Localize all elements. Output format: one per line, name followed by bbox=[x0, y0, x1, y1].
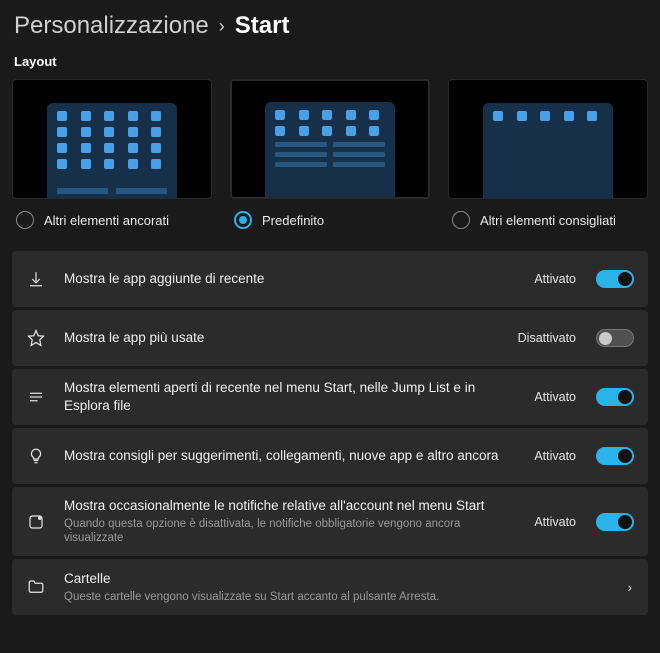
layout-radio-more-recommended[interactable]: Altri elementi consigliati bbox=[448, 211, 648, 229]
setting-title: Mostra elementi aperti di recente nel me… bbox=[64, 379, 516, 414]
toggle-recent-items[interactable] bbox=[596, 388, 634, 406]
breadcrumb: Personalizzazione › Start bbox=[12, 12, 648, 40]
setting-recent-items[interactable]: Mostra elementi aperti di recente nel me… bbox=[12, 369, 648, 425]
toggle-tips[interactable] bbox=[596, 447, 634, 465]
setting-recent-apps[interactable]: Mostra le app aggiunte di recente Attiva… bbox=[12, 251, 648, 307]
toggle-account-notify[interactable] bbox=[596, 513, 634, 531]
download-icon bbox=[26, 270, 46, 288]
toggle-recent-apps[interactable] bbox=[596, 270, 634, 288]
chevron-right-icon: › bbox=[219, 16, 225, 37]
layout-option-more-recommended[interactable]: Altri elementi consigliati bbox=[448, 79, 648, 229]
radio-icon bbox=[452, 211, 470, 229]
layout-label: Predefinito bbox=[262, 213, 324, 228]
bulb-icon bbox=[26, 447, 46, 465]
breadcrumb-current: Start bbox=[235, 12, 290, 40]
section-label-layout: Layout bbox=[12, 54, 648, 69]
setting-title: Mostra le app aggiunte di recente bbox=[64, 270, 516, 288]
star-icon bbox=[26, 329, 46, 347]
setting-title: Mostra occasionalmente le notifiche rela… bbox=[64, 497, 516, 515]
layout-preview-more-recommended[interactable] bbox=[448, 79, 648, 199]
radio-icon bbox=[234, 211, 252, 229]
toggle-state-label: Disattivato bbox=[518, 331, 576, 345]
setting-title: Mostra le app più usate bbox=[64, 329, 500, 347]
setting-title: Cartelle bbox=[64, 570, 603, 588]
layout-preview-more-pinned[interactable] bbox=[12, 79, 212, 199]
setting-folders[interactable]: Cartelle Queste cartelle vengono visuali… bbox=[12, 559, 648, 615]
notify-icon bbox=[26, 513, 46, 531]
layout-option-more-pinned[interactable]: Altri elementi ancorati bbox=[12, 79, 212, 229]
folder-icon bbox=[26, 578, 46, 596]
toggle-state-label: Attivato bbox=[534, 449, 576, 463]
setting-account-notify[interactable]: Mostra occasionalmente le notifiche rela… bbox=[12, 487, 648, 556]
layout-option-default[interactable]: Predefinito bbox=[230, 79, 430, 229]
toggle-state-label: Attivato bbox=[534, 272, 576, 286]
list-icon bbox=[26, 388, 46, 406]
layout-radio-more-pinned[interactable]: Altri elementi ancorati bbox=[12, 211, 212, 229]
layout-label: Altri elementi ancorati bbox=[44, 213, 169, 228]
setting-tips[interactable]: Mostra consigli per suggerimenti, colleg… bbox=[12, 428, 648, 484]
layout-label: Altri elementi consigliati bbox=[480, 213, 616, 228]
settings-list: Mostra le app aggiunte di recente Attiva… bbox=[12, 251, 648, 615]
toggle-state-label: Attivato bbox=[534, 515, 576, 529]
toggle-state-label: Attivato bbox=[534, 390, 576, 404]
breadcrumb-parent[interactable]: Personalizzazione bbox=[14, 12, 209, 40]
setting-subtitle: Queste cartelle vengono visualizzate su … bbox=[64, 590, 603, 605]
setting-most-used[interactable]: Mostra le app più usate Disattivato bbox=[12, 310, 648, 366]
radio-icon bbox=[16, 211, 34, 229]
layout-options: Altri elementi ancorati Predefinito bbox=[12, 79, 648, 229]
layout-radio-default[interactable]: Predefinito bbox=[230, 211, 430, 229]
setting-title: Mostra consigli per suggerimenti, colleg… bbox=[64, 447, 516, 465]
toggle-most-used[interactable] bbox=[596, 329, 634, 347]
chevron-right-icon: › bbox=[621, 579, 634, 595]
setting-subtitle: Quando questa opzione è disattivata, le … bbox=[64, 517, 516, 547]
layout-preview-default[interactable] bbox=[230, 79, 430, 199]
